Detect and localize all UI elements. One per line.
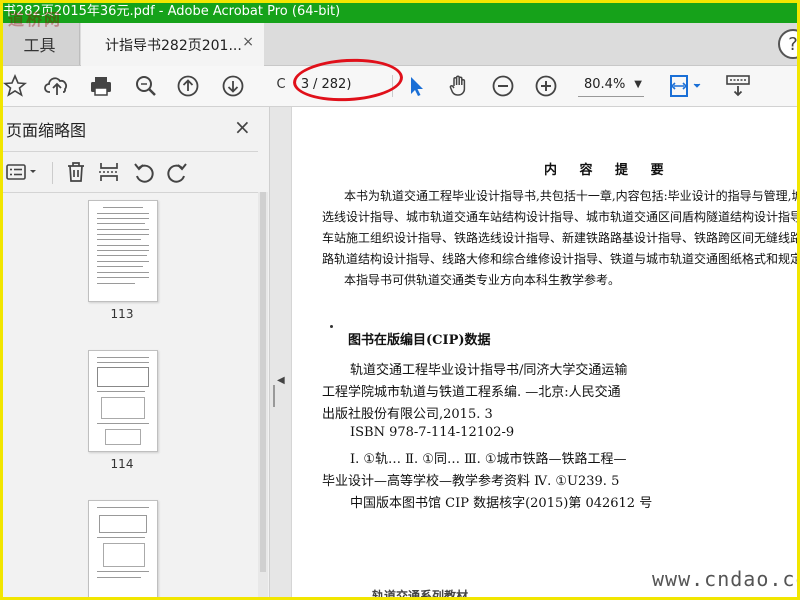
splitter-grip[interactable] bbox=[273, 385, 275, 407]
thumbnail-scrollbar[interactable] bbox=[258, 192, 268, 600]
panel-title: 页面缩略图 bbox=[6, 121, 87, 140]
summary-line: 本书为轨道交通工程毕业设计指导书,共包括十一章,内容包括:毕业设计的指导与管理,… bbox=[344, 189, 800, 203]
document-page: 内 容 提 要 本书为轨道交通工程毕业设计指导书,共包括十一章,内容包括:毕业设… bbox=[292, 107, 800, 600]
rotate-left-icon[interactable] bbox=[130, 158, 158, 186]
zoom-level-select[interactable]: 80.4% ▼ bbox=[578, 73, 644, 97]
page-thumbnail[interactable] bbox=[88, 500, 158, 600]
panel-toolbar bbox=[0, 151, 258, 193]
cloud-upload-icon[interactable] bbox=[42, 71, 72, 101]
thumbnail-page-number: 113 bbox=[110, 307, 134, 321]
scroll-mode-icon[interactable] bbox=[722, 71, 756, 101]
bullet-mark bbox=[330, 325, 333, 328]
cip-line: ISBN 978-7-114-12102-9 bbox=[350, 425, 515, 440]
thumbnail-panel: 页面缩略图 × 113 114 bbox=[0, 107, 270, 600]
tab-row: 工具 计指导书282页201... × ? bbox=[0, 23, 800, 66]
zoom-search-icon[interactable] bbox=[131, 71, 161, 101]
cip-line: 轨道交通工程毕业设计指导书/同济大学交通运输 bbox=[350, 363, 628, 378]
print-icon[interactable] bbox=[86, 71, 116, 101]
trash-icon[interactable] bbox=[62, 158, 90, 186]
cip-line: 工程学院城市轨道与铁道工程系编. —北京:人民交通 bbox=[322, 385, 621, 400]
page-heading: 内 容 提 要 bbox=[544, 163, 673, 178]
tab-close-button[interactable]: × bbox=[242, 34, 254, 50]
tab-document[interactable]: 计指导书282页201... × bbox=[81, 23, 264, 66]
hand-icon[interactable] bbox=[444, 71, 474, 101]
zoom-out-icon[interactable] bbox=[488, 71, 518, 101]
chevron-down-icon: ▼ bbox=[634, 79, 642, 90]
select-cursor-icon[interactable] bbox=[401, 71, 431, 101]
cip-line: 中国版本图书馆 CIP 数据核字(2015)第 042612 号 bbox=[350, 496, 653, 511]
zoom-level-value: 80.4% bbox=[584, 77, 626, 92]
tab-tools-label: 工具 bbox=[23, 36, 56, 55]
help-button[interactable]: ? bbox=[778, 29, 800, 59]
rotate-right-icon[interactable] bbox=[163, 158, 191, 186]
thumbnail-list: 113 114 bbox=[0, 192, 258, 600]
insert-page-icon[interactable] bbox=[95, 158, 123, 186]
summary-line: 本指导书可供轨道交通类专业方向本科生教学参考。 bbox=[344, 273, 621, 287]
collapse-arrow-icon[interactable]: ◀ bbox=[277, 375, 285, 386]
cip-line: Ⅰ. ①轨… Ⅱ. ①同… Ⅲ. ①城市铁路—铁路工程— bbox=[350, 452, 627, 467]
scrollbar-thumb[interactable] bbox=[260, 192, 266, 572]
cip-line: 出版社股份有限公司,2015. 3 bbox=[322, 407, 493, 422]
page-thumbnail[interactable] bbox=[88, 200, 158, 302]
page-input-prefix: C bbox=[276, 77, 286, 92]
panel-close-button[interactable]: × bbox=[234, 115, 251, 139]
zoom-in-icon[interactable] bbox=[531, 71, 561, 101]
arrow-down-icon[interactable] bbox=[218, 71, 248, 101]
page-thumbnail[interactable] bbox=[88, 350, 158, 452]
summary-line: 车站施工组织设计指导、铁路选线设计指导、新建铁路路基设计指导、铁路跨区间无缝线路… bbox=[322, 231, 800, 245]
fit-page-icon[interactable] bbox=[666, 71, 706, 101]
site-watermark: www.cndao.com bbox=[652, 567, 800, 591]
summary-line: 路轨道结构设计指导、线路大修和综合维修设计指导、铁道与城市轨道交通图纸格式和规定… bbox=[322, 252, 800, 266]
thumbnail-page-number: 114 bbox=[110, 457, 134, 471]
cip-title: 图书在版编目(CIP)数据 bbox=[348, 333, 491, 348]
logo-watermark: 道桥网 bbox=[8, 10, 63, 29]
footer-text: 轨道交通系列教材 bbox=[372, 589, 469, 600]
panel-splitter[interactable]: ◀ bbox=[270, 107, 292, 600]
panel-divider bbox=[52, 162, 53, 184]
title-bar: 导书282页2015年36元.pdf - Adobe Acrobat Pro (… bbox=[0, 0, 800, 23]
cip-line: 毕业设计—高等学校—教学参考资料 Ⅳ. ①U239. 5 bbox=[322, 474, 620, 489]
star-icon[interactable] bbox=[0, 71, 30, 101]
arrow-up-icon[interactable] bbox=[173, 71, 203, 101]
tab-document-label: 计指导书282页201... bbox=[105, 37, 242, 54]
summary-line: 选线设计指导、城市轨道交通车站结构设计指导、城市轨道交通区间盾构隧道结构设计指导… bbox=[322, 210, 800, 224]
options-menu-icon[interactable] bbox=[4, 158, 42, 186]
